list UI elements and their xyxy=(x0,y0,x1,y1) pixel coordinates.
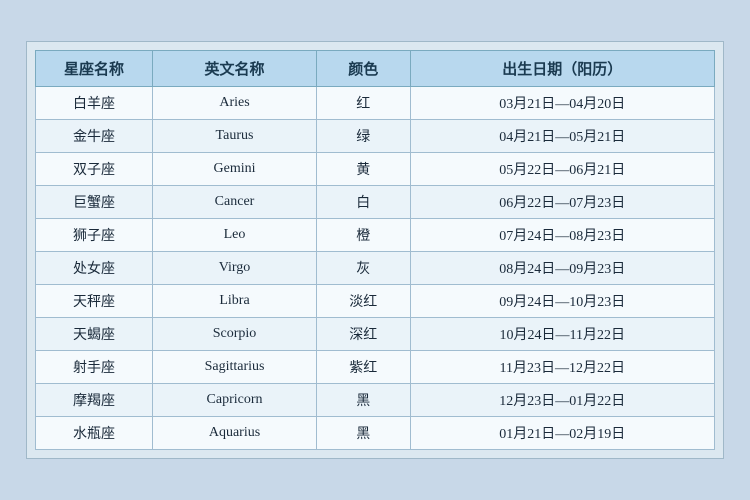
header-english-name: 英文名称 xyxy=(153,51,317,87)
cell-english: Aries xyxy=(153,87,317,120)
cell-chinese: 双子座 xyxy=(36,153,153,186)
cell-chinese: 白羊座 xyxy=(36,87,153,120)
cell-date: 07月24日—08月23日 xyxy=(410,219,714,252)
table-row: 巨蟹座Cancer白06月22日—07月23日 xyxy=(36,186,715,219)
cell-date: 08月24日—09月23日 xyxy=(410,252,714,285)
table-row: 水瓶座Aquarius黑01月21日—02月19日 xyxy=(36,417,715,450)
cell-chinese: 摩羯座 xyxy=(36,384,153,417)
table-row: 射手座Sagittarius紫红11月23日—12月22日 xyxy=(36,351,715,384)
cell-chinese: 天秤座 xyxy=(36,285,153,318)
cell-english: Aquarius xyxy=(153,417,317,450)
table-row: 处女座Virgo灰08月24日—09月23日 xyxy=(36,252,715,285)
cell-english: Taurus xyxy=(153,120,317,153)
cell-date: 11月23日—12月22日 xyxy=(410,351,714,384)
table-row: 金牛座Taurus绿04月21日—05月21日 xyxy=(36,120,715,153)
cell-color: 黑 xyxy=(316,417,410,450)
header-date: 出生日期（阳历） xyxy=(410,51,714,87)
cell-english: Virgo xyxy=(153,252,317,285)
cell-english: Scorpio xyxy=(153,318,317,351)
cell-english: Gemini xyxy=(153,153,317,186)
cell-color: 橙 xyxy=(316,219,410,252)
cell-date: 12月23日—01月22日 xyxy=(410,384,714,417)
cell-chinese: 金牛座 xyxy=(36,120,153,153)
cell-date: 09月24日—10月23日 xyxy=(410,285,714,318)
cell-date: 01月21日—02月19日 xyxy=(410,417,714,450)
cell-color: 黄 xyxy=(316,153,410,186)
cell-color: 黑 xyxy=(316,384,410,417)
cell-color: 绿 xyxy=(316,120,410,153)
cell-chinese: 狮子座 xyxy=(36,219,153,252)
header-color: 颜色 xyxy=(316,51,410,87)
cell-chinese: 处女座 xyxy=(36,252,153,285)
cell-color: 灰 xyxy=(316,252,410,285)
header-chinese-name: 星座名称 xyxy=(36,51,153,87)
cell-chinese: 巨蟹座 xyxy=(36,186,153,219)
cell-english: Libra xyxy=(153,285,317,318)
table-row: 天秤座Libra淡红09月24日—10月23日 xyxy=(36,285,715,318)
cell-color: 深红 xyxy=(316,318,410,351)
cell-color: 紫红 xyxy=(316,351,410,384)
cell-date: 04月21日—05月21日 xyxy=(410,120,714,153)
table-row: 摩羯座Capricorn黑12月23日—01月22日 xyxy=(36,384,715,417)
cell-color: 白 xyxy=(316,186,410,219)
table-row: 狮子座Leo橙07月24日—08月23日 xyxy=(36,219,715,252)
cell-color: 淡红 xyxy=(316,285,410,318)
cell-date: 05月22日—06月21日 xyxy=(410,153,714,186)
cell-english: Cancer xyxy=(153,186,317,219)
cell-english: Leo xyxy=(153,219,317,252)
cell-date: 03月21日—04月20日 xyxy=(410,87,714,120)
table-row: 天蝎座Scorpio深红10月24日—11月22日 xyxy=(36,318,715,351)
table-row: 双子座Gemini黄05月22日—06月21日 xyxy=(36,153,715,186)
cell-chinese: 射手座 xyxy=(36,351,153,384)
table-row: 白羊座Aries红03月21日—04月20日 xyxy=(36,87,715,120)
cell-color: 红 xyxy=(316,87,410,120)
cell-chinese: 水瓶座 xyxy=(36,417,153,450)
table-header-row: 星座名称 英文名称 颜色 出生日期（阳历） xyxy=(36,51,715,87)
cell-english: Sagittarius xyxy=(153,351,317,384)
zodiac-table: 星座名称 英文名称 颜色 出生日期（阳历） 白羊座Aries红03月21日—04… xyxy=(35,50,715,450)
cell-date: 06月22日—07月23日 xyxy=(410,186,714,219)
table-container: 星座名称 英文名称 颜色 出生日期（阳历） 白羊座Aries红03月21日—04… xyxy=(26,41,724,459)
cell-chinese: 天蝎座 xyxy=(36,318,153,351)
cell-date: 10月24日—11月22日 xyxy=(410,318,714,351)
cell-english: Capricorn xyxy=(153,384,317,417)
